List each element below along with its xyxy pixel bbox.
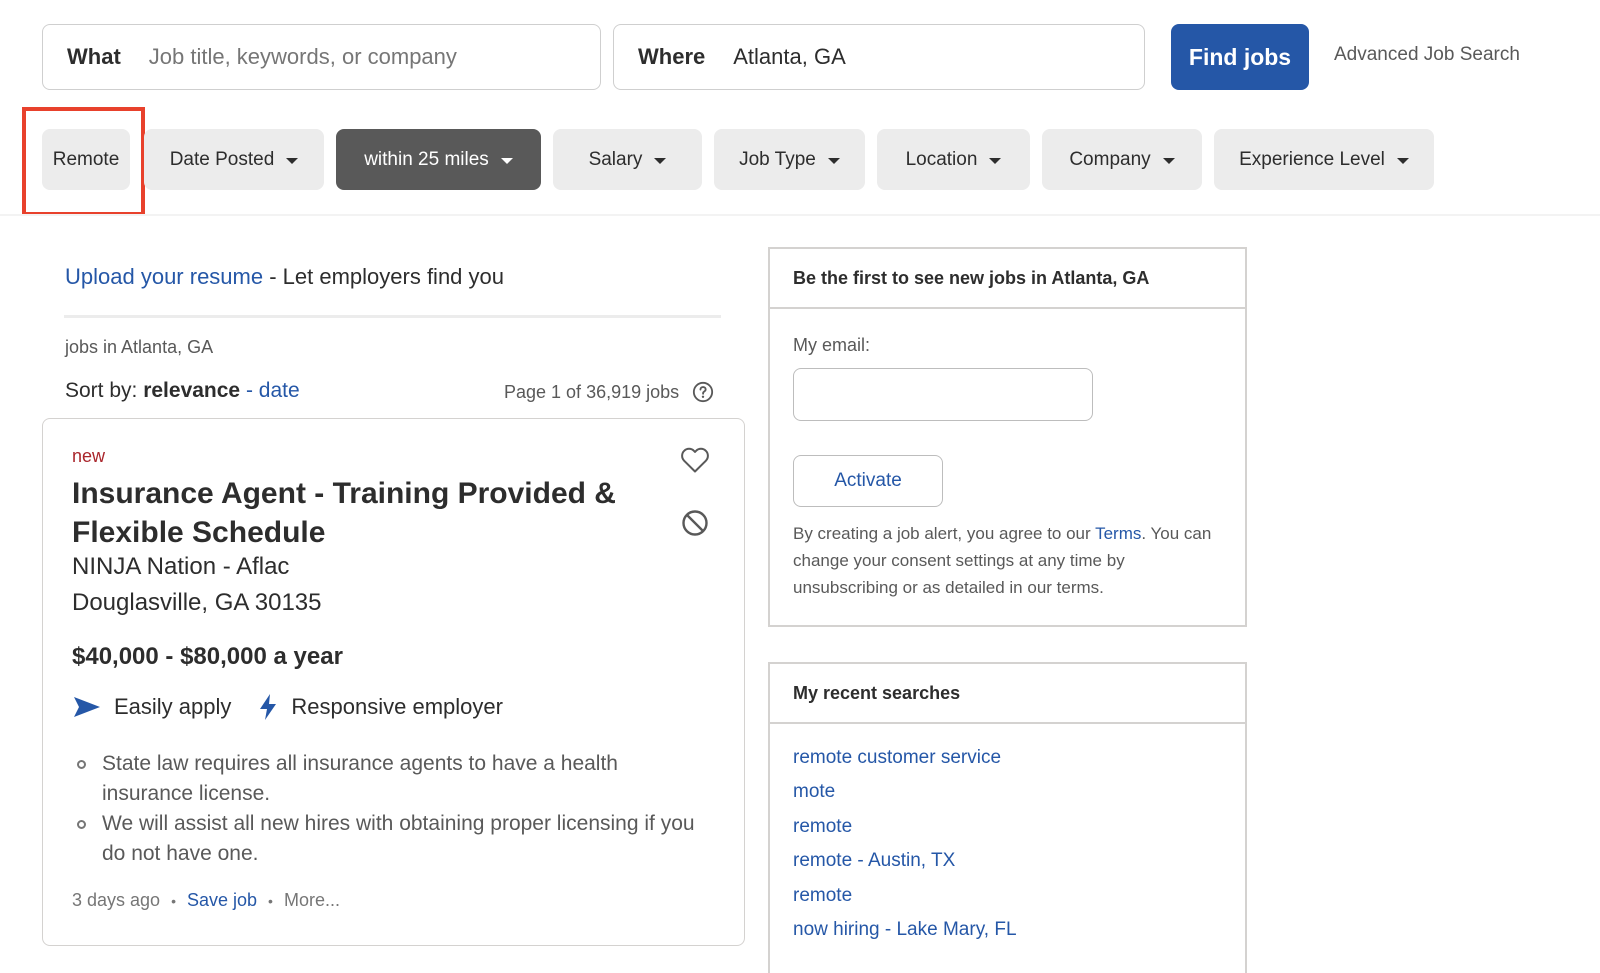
help-icon[interactable] [692,381,714,403]
responsive-employer-label: Responsive employer [291,694,503,719]
where-input[interactable] [733,44,1114,70]
new-tag: new [72,446,106,466]
job-badges: Easily apply Responsive employer [72,693,503,721]
job-salary: $40,000 - $80,000 a year [72,643,343,670]
filter-salary[interactable]: Salary [553,129,702,190]
separator-dot: • [171,892,176,909]
job-alert-heading: Be the first to see new jobs in Atlanta,… [770,249,1245,309]
filter-divider [0,214,1600,216]
send-arrow-icon [74,697,100,717]
filter-distance[interactable]: within 25 miles [336,129,541,190]
not-interested-icon[interactable] [681,509,709,537]
caret-down-icon [1162,157,1175,164]
caret-down-icon [1396,157,1409,164]
recent-search-link[interactable]: remote [793,816,852,838]
filter-job-type-label: Job Type [739,148,816,170]
filter-company-label: Company [1069,148,1151,170]
filter-company[interactable]: Company [1042,129,1202,190]
filter-date-posted-label: Date Posted [169,148,275,170]
lightning-bolt-icon [260,694,277,720]
save-job-link[interactable]: Save job [187,890,257,911]
highlight-annotation [22,107,145,216]
caret-down-icon [827,157,840,164]
separator-dot: • [268,892,273,909]
advanced-job-search-link[interactable]: Advanced Job Search [1334,44,1520,66]
sort-relevance: relevance [143,379,241,402]
terms-link[interactable]: Terms [1095,524,1141,543]
email-label: My email: [793,335,871,355]
filter-salary-label: Salary [588,148,643,170]
email-field[interactable] [793,368,1093,421]
upload-resume-text: - Let employers find you [263,264,505,289]
job-title[interactable]: Insurance Agent - Training Provided & Fl… [72,474,672,552]
filter-distance-label: within 25 miles [364,148,489,170]
job-location: Douglasville, GA 30135 [72,589,322,616]
more-link[interactable]: More... [284,890,340,911]
filter-location[interactable]: Location [877,129,1030,190]
bullet-icon [77,760,86,769]
filter-location-label: Location [905,148,978,170]
consent-before: By creating a job alert, you agree to ou… [793,524,1096,543]
job-card-footer: 3 days ago • Save job • More... [72,890,340,911]
heart-icon[interactable] [679,444,711,476]
activate-button[interactable]: Activate [793,455,943,507]
consent-text: By creating a job alert, you agree to ou… [793,520,1218,601]
recent-search-link[interactable]: mote [793,781,835,803]
sort-date-link[interactable]: date [259,379,300,402]
where-label: Where [638,44,706,69]
page-count: Page 1 of 36,919 jobs [504,382,680,402]
caret-down-icon [500,157,513,164]
upload-resume-promo: Upload your resume - Let employers find … [65,264,504,290]
divider [64,315,721,318]
recent-search-link[interactable]: remote customer service [793,747,1001,769]
what-input[interactable] [148,44,529,70]
bullet-icon [77,820,86,829]
recent-searches-heading: My recent searches [770,664,1245,724]
posted-date: 3 days ago [72,890,161,910]
easily-apply-label: Easily apply [114,694,232,719]
filter-experience-level-label: Experience Level [1239,148,1385,170]
job-snippet-item: We will assist all new hires with obtain… [102,812,695,865]
job-snippet-item: State law requires all insurance agents … [102,752,618,805]
where-search-box[interactable]: Where [613,24,1145,90]
sort-label: Sort by: [65,379,144,402]
sort-separator: - [240,379,259,402]
recent-search-link[interactable]: now hiring - Lake Mary, FL [793,919,1017,941]
filter-date-posted[interactable]: Date Posted [144,129,324,190]
recent-search-link[interactable]: remote [793,885,852,907]
sort-by: Sort by: relevance - date [65,379,300,403]
find-jobs-button[interactable]: Find jobs [1171,24,1309,90]
recent-search-link[interactable]: remote - Austin, TX [793,850,955,872]
company-name: NINJA Nation - Aflac [72,553,290,580]
results-heading: jobs in Atlanta, GA [65,337,214,357]
what-search-box[interactable]: What [42,24,601,90]
caret-down-icon [654,157,667,164]
filter-experience-level[interactable]: Experience Level [1214,129,1434,190]
caret-down-icon [989,157,1002,164]
filter-job-type[interactable]: Job Type [714,129,865,190]
upload-resume-link[interactable]: Upload your resume [65,264,263,289]
caret-down-icon [286,157,299,164]
what-label: What [67,44,121,69]
